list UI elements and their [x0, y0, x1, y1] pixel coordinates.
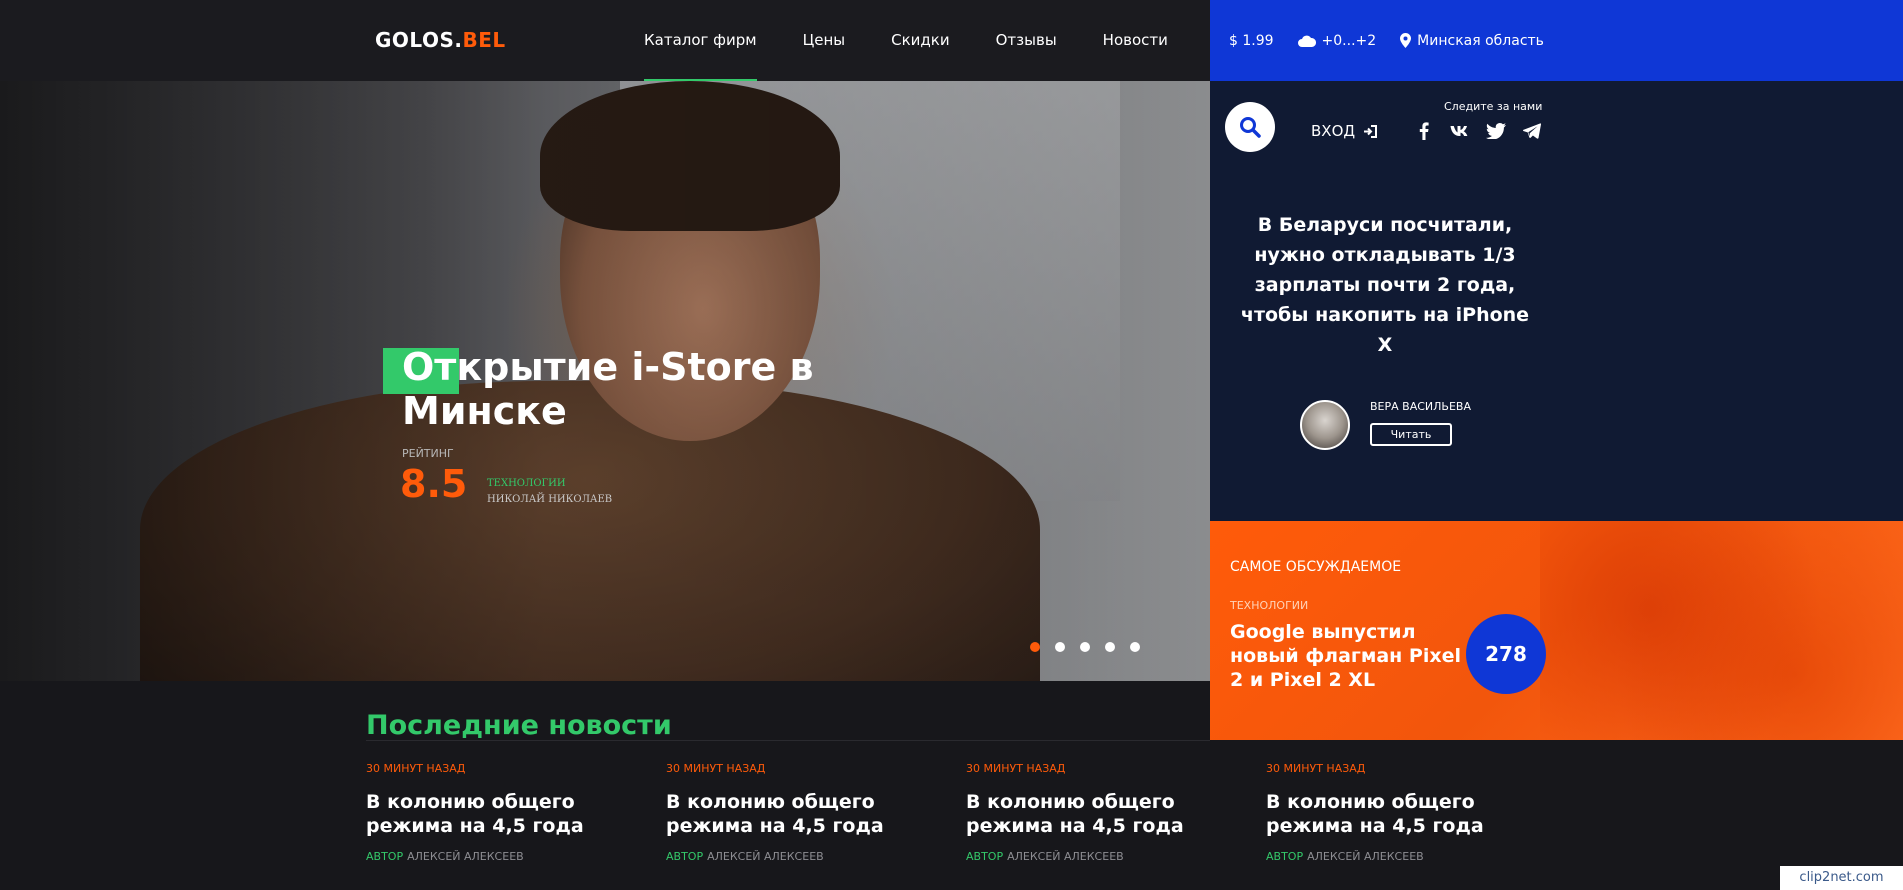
- nav-item-catalog[interactable]: Каталог фирм: [644, 0, 757, 81]
- nav-item-news[interactable]: Новости: [1103, 0, 1168, 81]
- nav-item-prices[interactable]: Цены: [803, 0, 846, 81]
- news-author-name: Алексей Алексеев: [1007, 850, 1124, 863]
- news-title[interactable]: В колонию общего режима на 4,5 года: [1266, 790, 1506, 838]
- telegram-icon[interactable]: [1521, 121, 1543, 141]
- weather-value: +0...+2: [1321, 32, 1377, 49]
- watermark: clip2net.com: [1780, 866, 1903, 890]
- vk-icon[interactable]: [1449, 121, 1471, 141]
- most-discussed-heading: Самое обсуждаемое: [1230, 559, 1402, 575]
- author-avatar: [1300, 400, 1350, 450]
- news-author: Автор Алексей Алексеев: [966, 850, 1206, 863]
- main-nav: Каталог фирм Цены Скидки Отзывы Новости: [644, 0, 1214, 81]
- news-title[interactable]: В колонию общего режима на 4,5 года: [366, 790, 606, 838]
- hero-category[interactable]: Технологии: [487, 478, 566, 489]
- nav-item-discounts[interactable]: Скидки: [891, 0, 949, 81]
- news-title[interactable]: В колонию общего режима на 4,5 года: [966, 790, 1206, 838]
- news-card[interactable]: 30 минут назад В колонию общего режима н…: [366, 762, 606, 863]
- slider-dot-2[interactable]: [1055, 642, 1065, 652]
- news-author-name: Алексей Алексеев: [407, 850, 524, 863]
- info-bar: $ 1.99 +0...+2 Минская область: [1210, 0, 1903, 81]
- featured-author-name: Вера Васильева: [1370, 400, 1471, 413]
- logo-main: GOLOS.: [375, 28, 463, 52]
- twitter-icon[interactable]: [1485, 121, 1507, 141]
- sign-in-icon: [1364, 124, 1378, 138]
- top-bar: GOLOS.BEL Каталог фирм Цены Скидки Отзыв…: [0, 0, 1210, 81]
- news-title[interactable]: В колонию общего режима на 4,5 года: [666, 790, 906, 838]
- rating-label: Рейтинг: [402, 447, 454, 460]
- latest-news-divider: [366, 740, 1210, 741]
- cloud-icon: [1297, 35, 1316, 47]
- news-time: 30 минут назад: [366, 762, 466, 775]
- news-time: 30 минут назад: [1266, 762, 1366, 775]
- news-author-label: Автор: [366, 850, 404, 863]
- login-label: ВХОД: [1311, 122, 1356, 140]
- hero-author: Николай Николаев: [487, 494, 613, 505]
- slider-dot-5[interactable]: [1130, 642, 1140, 652]
- featured-title[interactable]: В Беларуси посчитали, нужно откладывать …: [1240, 210, 1530, 360]
- news-author: Автор Алексей Алексеев: [366, 850, 606, 863]
- page: GOLOS.BEL Каталог фирм Цены Скидки Отзыв…: [0, 0, 1903, 890]
- logo-accent: BEL: [462, 28, 506, 52]
- latest-news-heading: Последние новости: [366, 710, 672, 741]
- social-links: [1413, 121, 1557, 141]
- news-author-label: Автор: [666, 850, 704, 863]
- follow-label: Следите за нами: [1444, 100, 1543, 113]
- news-author: Автор Алексей Алексеев: [666, 850, 906, 863]
- news-time: 30 минут назад: [666, 762, 766, 775]
- location-pin-icon: [1400, 33, 1412, 48]
- site-logo[interactable]: GOLOS.BEL: [375, 28, 506, 52]
- news-author-name: Алексей Алексеев: [707, 850, 824, 863]
- rating-value: 8.5: [400, 462, 468, 506]
- region-selector[interactable]: Минская область: [1400, 33, 1544, 49]
- search-icon: [1240, 117, 1261, 138]
- slider-dot-1[interactable]: [1030, 642, 1040, 652]
- login-link[interactable]: ВХОД: [1311, 122, 1378, 140]
- slider-dot-3[interactable]: [1080, 642, 1090, 652]
- slider-dot-4[interactable]: [1105, 642, 1115, 652]
- region-label: Минская область: [1417, 32, 1544, 49]
- weather: +0...+2: [1297, 32, 1377, 49]
- news-card[interactable]: 30 минут назад В колонию общего режима н…: [1266, 762, 1506, 863]
- most-discussed-category[interactable]: Технологии: [1230, 599, 1308, 612]
- news-author-name: Алексей Алексеев: [1307, 850, 1424, 863]
- orange-pattern: [1540, 521, 1903, 740]
- news-author-label: Автор: [1266, 850, 1304, 863]
- slider-dots: [1030, 642, 1155, 652]
- nav-item-reviews[interactable]: Отзывы: [996, 0, 1057, 81]
- facebook-icon[interactable]: [1413, 121, 1435, 141]
- news-time: 30 минут назад: [966, 762, 1066, 775]
- comments-count[interactable]: 278: [1466, 614, 1546, 694]
- hero-title[interactable]: Открытие i-Store в Минске: [402, 345, 922, 433]
- news-card[interactable]: 30 минут назад В колонию общего режима н…: [666, 762, 906, 863]
- news-author: Автор Алексей Алексеев: [1266, 850, 1506, 863]
- search-button[interactable]: [1225, 102, 1275, 152]
- news-author-label: Автор: [966, 850, 1004, 863]
- currency-rate: $ 1.99: [1229, 32, 1274, 49]
- news-card[interactable]: 30 минут назад В колонию общего режима н…: [966, 762, 1206, 863]
- read-button[interactable]: Читать: [1370, 423, 1452, 446]
- most-discussed-title[interactable]: Google выпустил новый флагман Pixel 2 и …: [1230, 620, 1480, 692]
